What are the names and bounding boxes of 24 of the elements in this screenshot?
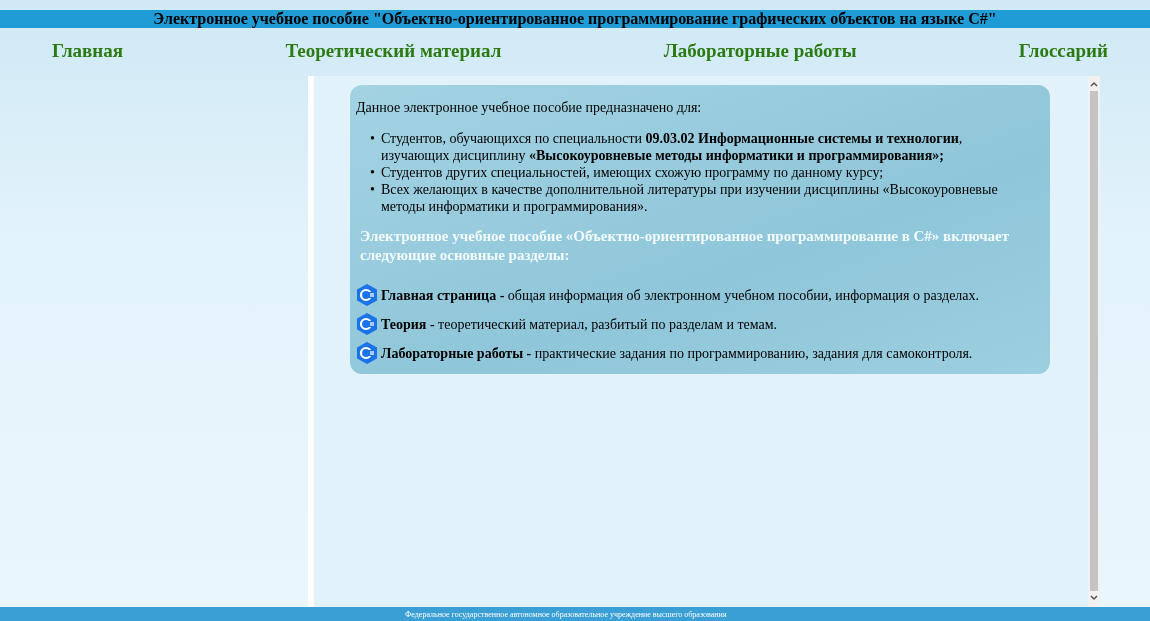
csharp-hexagon-icon (356, 341, 378, 365)
nav-link[interactable]: Лабораторные работы (663, 36, 857, 66)
scroll-down-icon[interactable] (1090, 595, 1098, 601)
bullet-marker: • (370, 181, 375, 199)
section-description: Главная страница - общая информация об электронном учебном пособии, информация о разделах. (381, 286, 980, 305)
site-title: Электронное учебное пособие "Объектно-ориентированное программирование графических объектов на языке C#" (153, 10, 997, 28)
sections-heading: Электронное учебное пособие «Объектно-ориентированное программирование в C#» включает следующие основные разделы: (360, 227, 1011, 265)
csharp-hexagon-icon (356, 283, 378, 307)
footer-text: Федеральное государственное автономное образовательное учреждение высшего образования (405, 610, 727, 620)
bullet-marker: • (370, 130, 375, 148)
list-item: Студентов других специальностей, имеющих схожую программу по данному курсу; (380, 164, 884, 181)
csharp-hexagon-icon (356, 312, 378, 336)
scroll-up-icon[interactable] (1090, 81, 1098, 87)
list-item: Всех желающих в качестве дополнительной литературы при изучении дисциплины «Высокоуровневые методы информатики и программирования». (380, 181, 999, 215)
bullet-marker: • (370, 164, 375, 181)
section-description: Лабораторные работы - практические задания по программированию, задания для самоконтроля. (381, 344, 973, 363)
nav-link[interactable]: Глоссарий (1018, 36, 1108, 66)
scrollbar-thumb[interactable] (1090, 91, 1098, 591)
nav-link[interactable]: Теоретический материал (285, 36, 502, 66)
scrollbar[interactable] (1088, 76, 1100, 607)
nav-link[interactable]: Главная (52, 36, 124, 66)
list-item: Студентов, обучающихся по специальности 09.03.02 Информационные системы и технологии, изучающих дисциплину «Высокоуровневые методы информатики и программирования»; (380, 130, 964, 164)
section-description: Теория - теоретический материал, разбитый по разделам и темам. (381, 315, 778, 334)
intro-text: Данное электронное учебное пособие предназначено для: (356, 99, 703, 117)
